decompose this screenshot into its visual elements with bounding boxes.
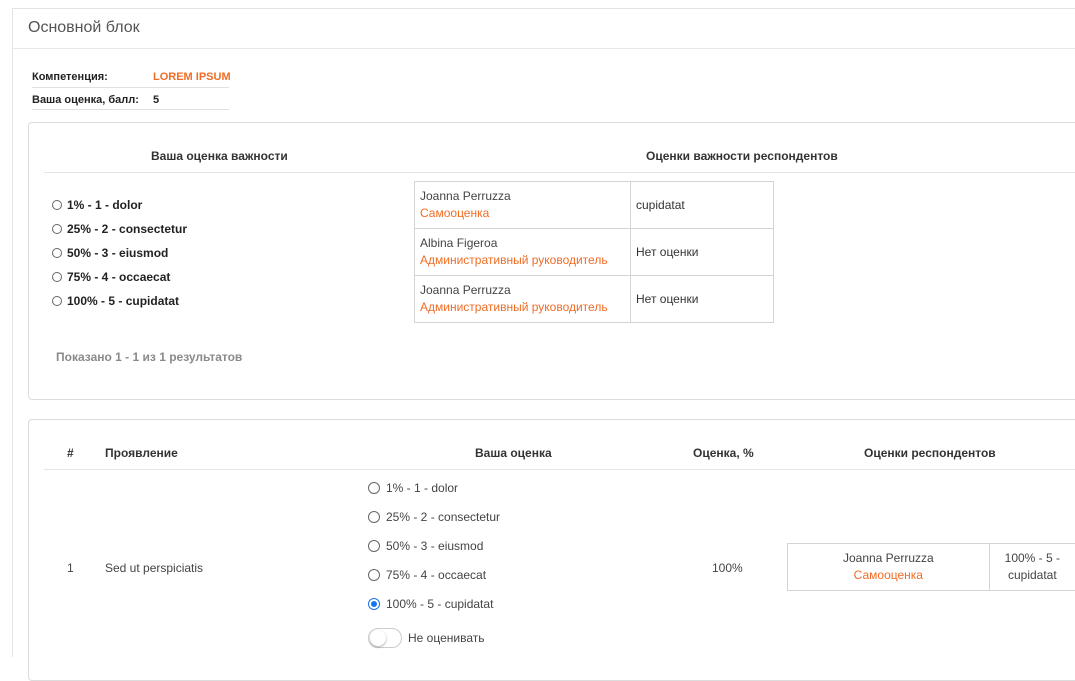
info-divider bbox=[32, 87, 229, 88]
no-rate-label: Не оценивать bbox=[408, 631, 485, 645]
respondent-score: 100% - 5 - cupidatat bbox=[989, 544, 1075, 591]
block-title: Основной блок bbox=[28, 19, 140, 37]
info-divider bbox=[32, 109, 229, 110]
score-option[interactable]: 100% - 5 - cupidatat bbox=[368, 589, 500, 618]
manifestation-header: Проявление bbox=[105, 446, 178, 460]
importance-option[interactable]: 75% - 4 - occaecat bbox=[52, 265, 187, 289]
radio-checked-icon[interactable] bbox=[368, 598, 380, 610]
radio-icon[interactable] bbox=[52, 224, 62, 234]
importance-option[interactable]: 1% - 1 - dolor bbox=[52, 193, 187, 217]
respondent-score: Нет оценки bbox=[631, 229, 774, 276]
block-top-border bbox=[12, 8, 1075, 9]
respondent-cell: Albina Figeroa Административный руководи… bbox=[415, 229, 631, 276]
respondent-score: cupidatat bbox=[631, 182, 774, 229]
score-option[interactable]: 1% - 1 - dolor bbox=[368, 473, 500, 502]
score-option[interactable]: 25% - 2 - consectetur bbox=[368, 502, 500, 531]
num-header: # bbox=[67, 446, 74, 460]
respondent-cell: Joanna Perruzza Самооценка bbox=[788, 544, 990, 591]
your-importance-header: Ваша оценка важности bbox=[151, 149, 288, 163]
importance-respondents-table: Joanna Perruzza Самооценка cupidatat Alb… bbox=[414, 181, 774, 323]
importance-option[interactable]: 25% - 2 - consectetur bbox=[52, 217, 187, 241]
radio-icon[interactable] bbox=[52, 296, 62, 306]
respondent-cell: Joanna Perruzza Самооценка bbox=[415, 182, 631, 229]
your-score-header: Ваша оценка bbox=[475, 446, 552, 460]
score-value: 5 bbox=[153, 94, 159, 106]
title-divider bbox=[12, 48, 1075, 49]
no-rate-toggle[interactable] bbox=[368, 628, 402, 648]
radio-icon[interactable] bbox=[368, 540, 380, 552]
table-row: Joanna Perruzza Самооценка cupidatat bbox=[415, 182, 774, 229]
table-row: Joanna Perruzza Самооценка 100% - 5 - cu… bbox=[788, 544, 1075, 591]
score-option[interactable]: 50% - 3 - eiusmod bbox=[368, 531, 500, 560]
respondent-scores-header: Оценки респондентов bbox=[864, 446, 996, 460]
respondent-name: Joanna Perruzza bbox=[793, 550, 984, 567]
respondent-role: Административный руководитель bbox=[420, 299, 625, 316]
importance-header-divider bbox=[44, 172, 1075, 173]
respondents-importance-header: Оценки важности респондентов bbox=[646, 149, 838, 163]
radio-icon[interactable] bbox=[52, 248, 62, 258]
radio-icon[interactable] bbox=[368, 511, 380, 523]
no-rate-toggle-row[interactable]: Не оценивать bbox=[368, 628, 485, 648]
manifestation-text: Sed ut perspiciatis bbox=[105, 561, 203, 575]
toggle-knob bbox=[370, 630, 386, 646]
row-number: 1 bbox=[67, 561, 74, 575]
respondent-name: Joanna Perruzza bbox=[420, 282, 625, 299]
competence-row: Компетенция: LOREM IPSUM bbox=[32, 71, 108, 83]
radio-icon[interactable] bbox=[368, 482, 380, 494]
respondent-role: Самооценка bbox=[420, 205, 625, 222]
respondent-role: Самооценка bbox=[793, 567, 984, 584]
score-label: Ваша оценка, балл: bbox=[32, 94, 139, 106]
results-count: Показано 1 - 1 из 1 результатов bbox=[56, 350, 242, 364]
radio-icon[interactable] bbox=[52, 200, 62, 210]
respondent-name: Albina Figeroa bbox=[420, 235, 625, 252]
importance-radio-group: 1% - 1 - dolor 25% - 2 - consectetur 50%… bbox=[52, 193, 187, 313]
score-row: Ваша оценка, балл: 5 bbox=[32, 94, 139, 106]
competence-label: Компетенция: bbox=[32, 71, 108, 83]
manifestation-header-divider bbox=[44, 469, 1075, 470]
score-option[interactable]: 75% - 4 - occaecat bbox=[368, 560, 500, 589]
score-radio-group: 1% - 1 - dolor 25% - 2 - consectetur 50%… bbox=[368, 473, 500, 618]
table-row: Joanna Perruzza Административный руковод… bbox=[415, 276, 774, 323]
importance-option[interactable]: 100% - 5 - cupidatat bbox=[52, 289, 187, 313]
radio-icon[interactable] bbox=[368, 569, 380, 581]
respondent-score: Нет оценки bbox=[631, 276, 774, 323]
respondent-cell: Joanna Perruzza Административный руковод… bbox=[415, 276, 631, 323]
importance-option[interactable]: 50% - 3 - eiusmod bbox=[52, 241, 187, 265]
percent-value: 100% bbox=[712, 561, 743, 575]
competence-value: LOREM IPSUM bbox=[153, 71, 231, 83]
radio-icon[interactable] bbox=[52, 272, 62, 282]
table-row: Albina Figeroa Административный руководи… bbox=[415, 229, 774, 276]
respondent-scores-table: Joanna Perruzza Самооценка 100% - 5 - cu… bbox=[787, 543, 1075, 591]
percent-header: Оценка, % bbox=[693, 446, 754, 460]
respondent-role: Административный руководитель bbox=[420, 252, 625, 269]
respondent-name: Joanna Perruzza bbox=[420, 188, 625, 205]
block-left-border bbox=[12, 8, 13, 657]
